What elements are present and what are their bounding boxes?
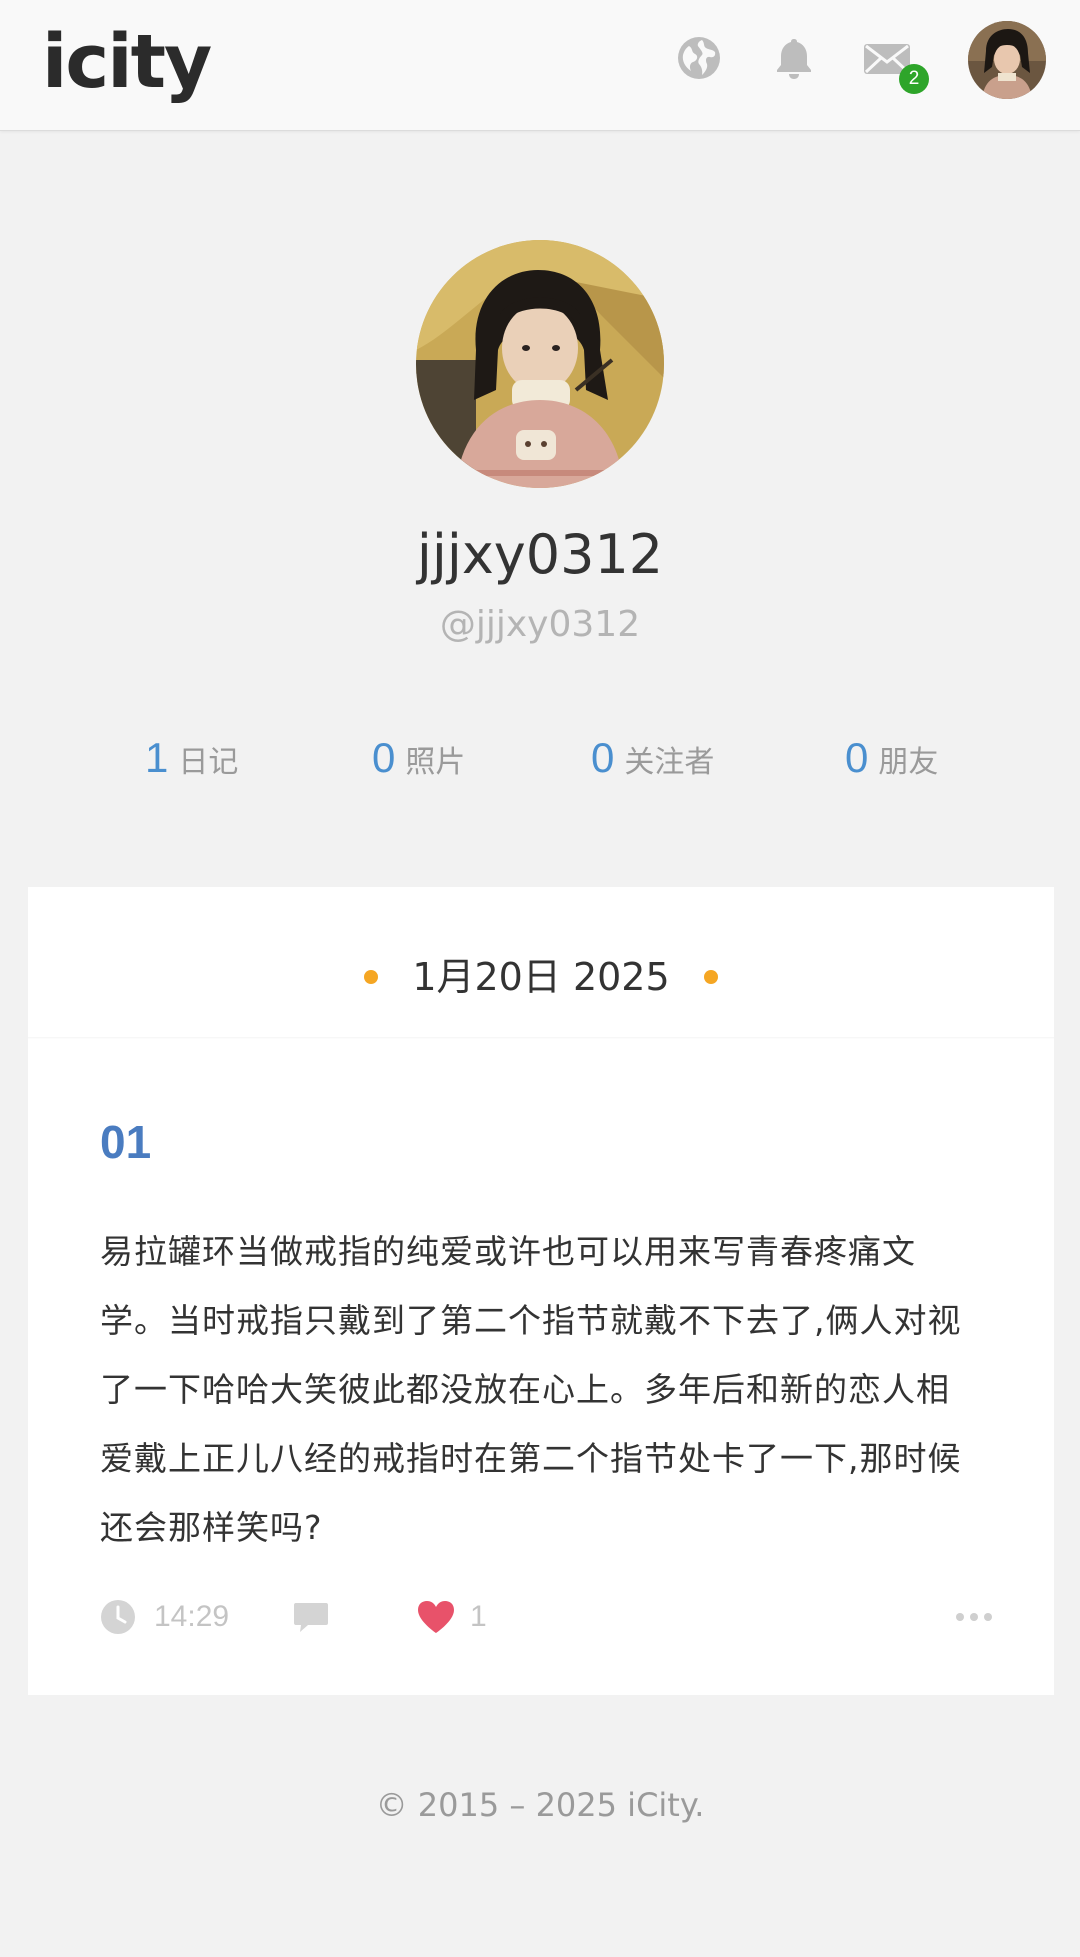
stat-followers[interactable]: 0 关注者	[591, 728, 714, 788]
icity-logo[interactable]: icity	[42, 12, 212, 112]
bell-icon[interactable]	[770, 34, 818, 82]
divider	[28, 1037, 1054, 1039]
entry-body: 易拉罐环当做戒指的纯爱或许也可以用来写青春疼痛文学。当时戒指只戴到了第二个指节就…	[100, 1232, 962, 1547]
stat-value: 0	[372, 734, 396, 781]
date-dot-right	[703, 969, 718, 984]
comment-icon[interactable]	[292, 1599, 330, 1635]
stat-photos[interactable]: 0 照片	[372, 728, 465, 788]
globe-icon[interactable]	[675, 34, 723, 82]
stat-friends[interactable]: 0 朋友	[845, 728, 938, 788]
stat-diaries[interactable]: 1 日记	[145, 728, 238, 788]
heart-icon[interactable]	[416, 1599, 456, 1635]
stat-label: 朋友	[878, 745, 939, 780]
stat-label: 照片	[405, 745, 466, 780]
footer-copyright: © 2015 – 2025 iCity.	[375, 1786, 705, 1824]
profile-name: jjjxy0312	[416, 523, 664, 586]
clock-icon	[101, 1600, 135, 1634]
profile-handle: @jjjxy0312	[439, 604, 641, 645]
entry-date-header: 1月20日 2025	[28, 947, 1054, 1007]
date-dot-left	[364, 969, 379, 984]
stat-value: 1	[145, 734, 169, 781]
more-icon[interactable]	[952, 1599, 996, 1635]
like-count: 1	[470, 1600, 487, 1633]
entry-date: 1月20日 2025	[412, 955, 670, 999]
stat-label: 关注者	[624, 745, 715, 780]
top-nav-bar: icity 2	[0, 0, 1080, 131]
profile-avatar	[416, 240, 664, 488]
stat-label: 日记	[178, 745, 239, 780]
entry-title[interactable]: 01	[100, 1112, 151, 1172]
mail-badge: 2	[899, 64, 929, 94]
entry-time: 14:29	[154, 1600, 230, 1633]
stat-value: 0	[591, 734, 615, 781]
diary-entry-card: 1月20日 2025 01 易拉罐环当做戒指的纯爱或许也可以用来写青春疼痛文学。…	[28, 887, 1054, 1695]
stat-value: 0	[845, 734, 869, 781]
user-avatar[interactable]	[968, 21, 1046, 99]
